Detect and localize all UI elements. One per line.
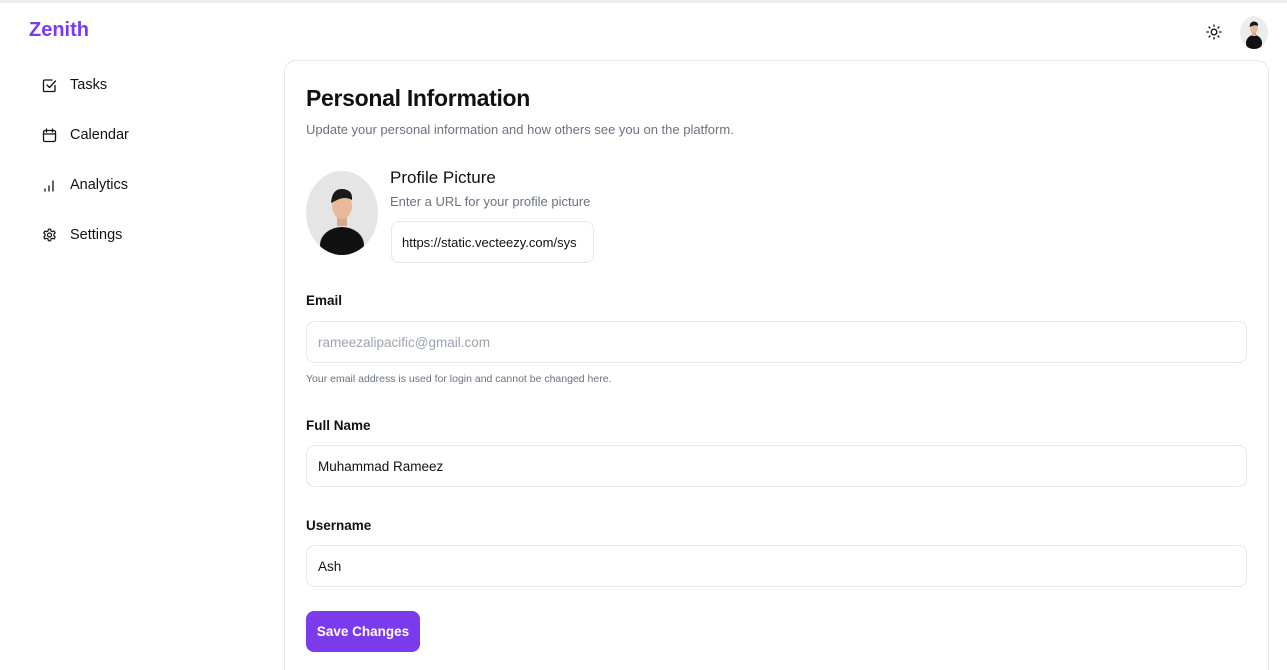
calendar-icon (40, 126, 58, 144)
sidebar-item-label: Analytics (70, 177, 129, 193)
sidebar: Tasks Calendar Analytics Settings (0, 60, 270, 670)
gear-icon (40, 226, 58, 244)
username-field[interactable] (306, 545, 1247, 587)
personal-information-panel: Personal Information Update your persona… (284, 60, 1269, 670)
email-help-text: Your email address is used for login and… (306, 373, 612, 385)
sidebar-item-analytics[interactable]: Analytics (40, 172, 128, 198)
sidebar-item-calendar[interactable]: Calendar (40, 122, 129, 148)
sidebar-item-label: Calendar (70, 127, 129, 143)
sidebar-item-tasks[interactable]: Tasks (40, 72, 107, 98)
profile-picture-title: Profile Picture (390, 168, 496, 187)
sidebar-item-label: Tasks (70, 77, 108, 93)
page-subtitle: Update your personal information and how… (306, 122, 734, 137)
theme-toggle-button[interactable] (1203, 21, 1225, 43)
full-name-label: Full Name (306, 418, 371, 433)
bar-chart-icon (40, 176, 58, 194)
profile-picture-preview (306, 171, 378, 255)
profile-picture-help: Enter a URL for your profile picture (390, 194, 591, 209)
email-field[interactable] (306, 321, 1247, 363)
person-avatar-icon (1246, 21, 1262, 49)
top-bar: Zenith (0, 0, 1287, 60)
email-label: Email (306, 293, 343, 308)
app-logo[interactable]: Zenith (29, 19, 89, 42)
page-title: Personal Information (306, 85, 531, 111)
full-name-field[interactable] (306, 445, 1247, 487)
sidebar-item-settings[interactable]: Settings (40, 222, 122, 248)
save-changes-button[interactable]: Save Changes (306, 611, 420, 652)
user-avatar[interactable] (1240, 16, 1268, 49)
person-avatar-icon (320, 188, 364, 255)
username-label: Username (306, 518, 372, 533)
profile-picture-url-input[interactable] (391, 221, 594, 263)
sun-icon (1206, 24, 1222, 40)
checkbox-icon (40, 76, 58, 94)
sidebar-item-label: Settings (70, 227, 123, 243)
